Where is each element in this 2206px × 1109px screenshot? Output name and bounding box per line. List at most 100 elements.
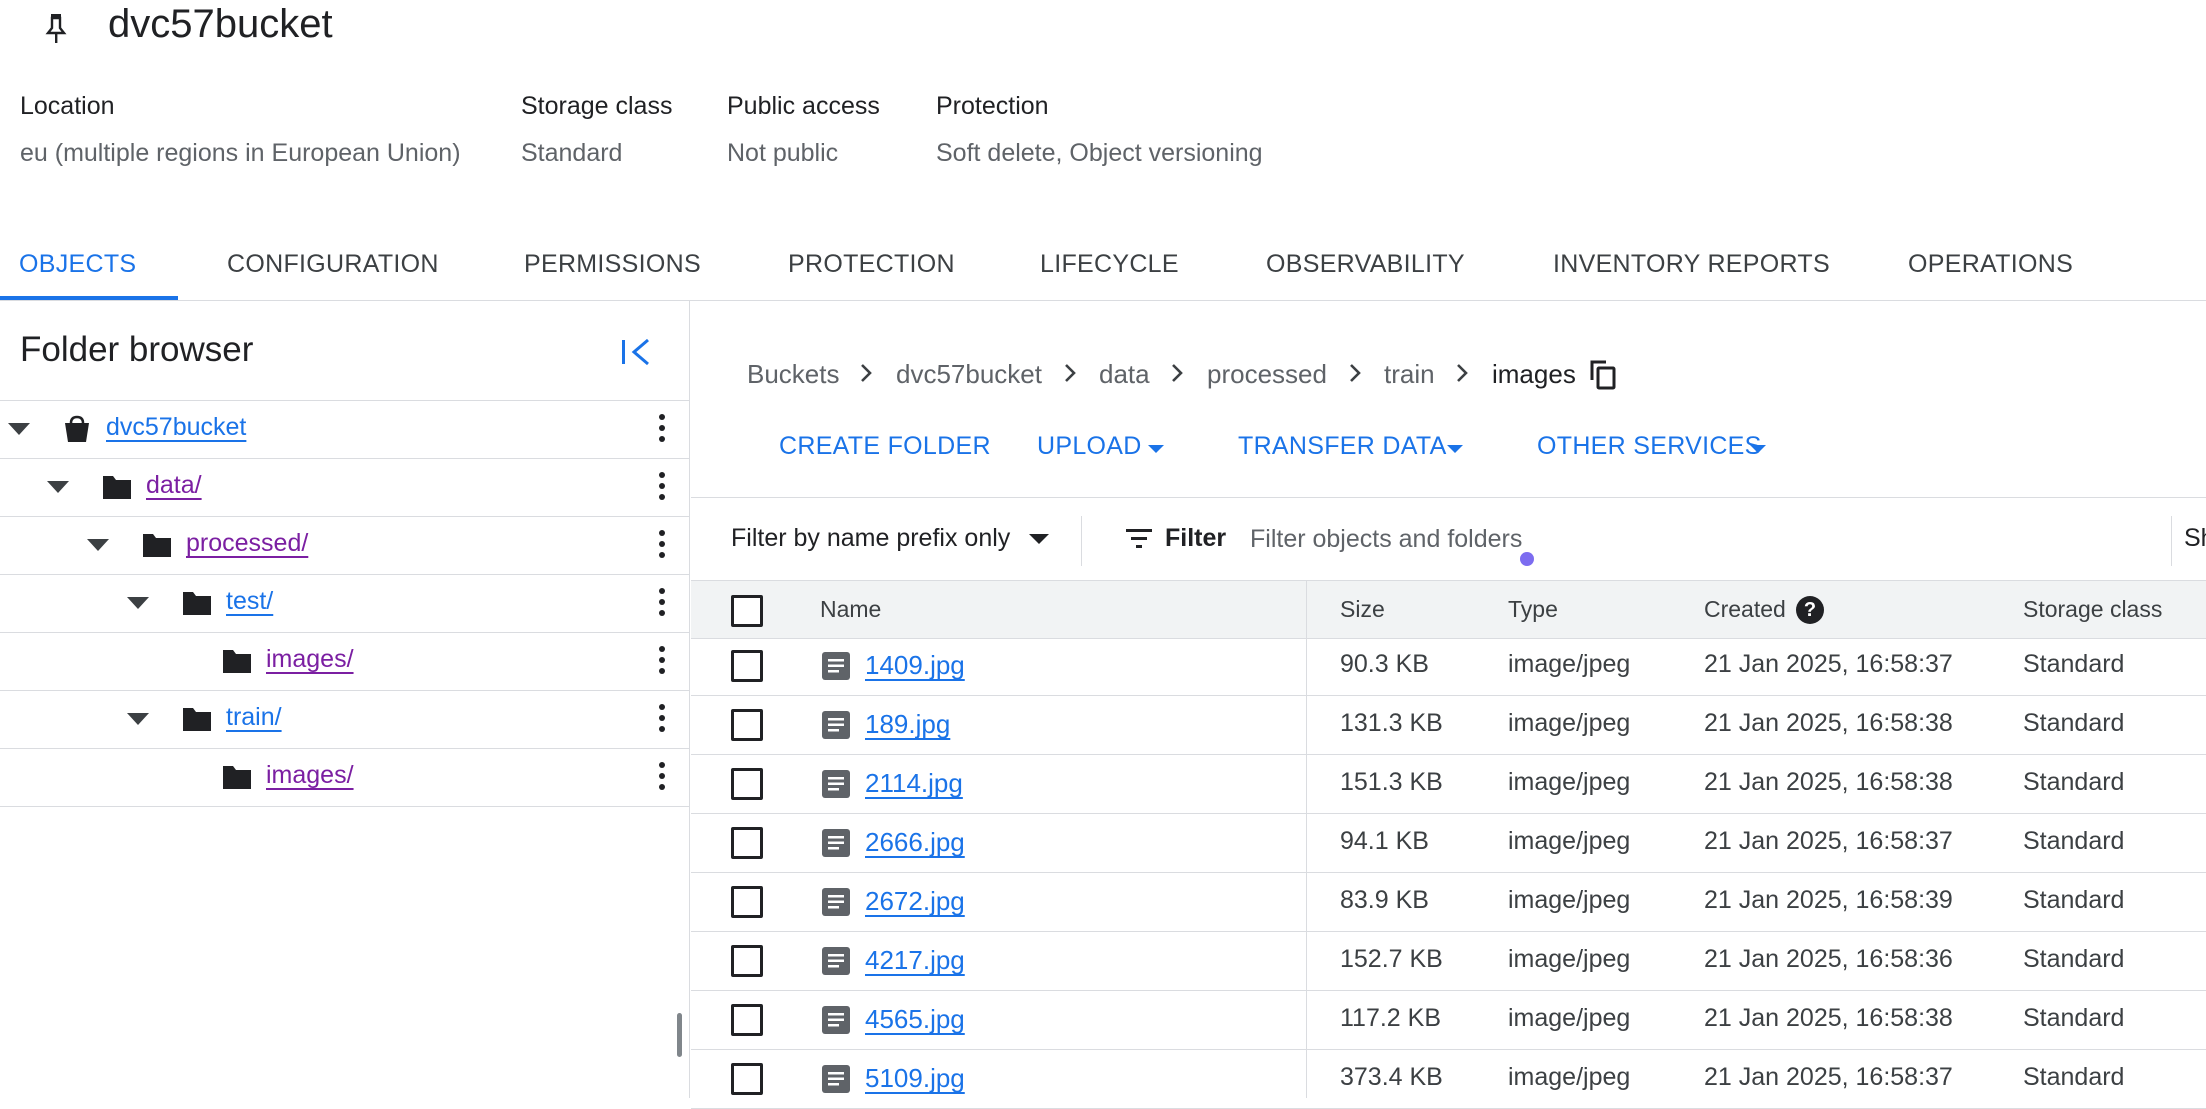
file-name-link[interactable]: 189.jpg <box>865 709 950 740</box>
file-type: image/jpeg <box>1508 827 1631 855</box>
tab-protection[interactable]: PROTECTION <box>788 250 955 279</box>
file-type: image/jpeg <box>1508 1004 1631 1032</box>
tree-row-test[interactable]: test/ <box>0 574 689 632</box>
tree-row-train-images[interactable]: images/ <box>0 748 689 807</box>
show-toggle-label[interactable]: Sh <box>2184 524 2206 553</box>
filter-mode-select[interactable]: Filter by name prefix only <box>731 524 1010 553</box>
folder-icon <box>183 592 211 615</box>
more-vert-icon[interactable] <box>658 414 666 446</box>
more-vert-icon[interactable] <box>658 530 666 562</box>
tab-observability[interactable]: OBSERVABILITY <box>1266 250 1465 279</box>
row-checkbox[interactable] <box>731 827 763 859</box>
panel-scrollbar[interactable] <box>677 1013 682 1057</box>
chevron-down-icon[interactable] <box>127 713 149 725</box>
tree-label-test[interactable]: test/ <box>226 587 273 616</box>
caret-down-icon[interactable] <box>1447 445 1463 453</box>
chevron-right-icon <box>1172 364 1183 382</box>
tab-inventory-reports[interactable]: INVENTORY REPORTS <box>1553 250 1830 279</box>
file-name-link[interactable]: 4217.jpg <box>865 945 965 976</box>
file-icon <box>822 1065 850 1093</box>
tree-label-dvc57bucket[interactable]: dvc57bucket <box>106 413 246 442</box>
chevron-right-icon <box>861 364 872 382</box>
protection-label: Protection <box>936 92 1049 120</box>
column-header-size[interactable]: Size <box>1340 596 1385 623</box>
caret-down-icon[interactable] <box>1148 445 1164 453</box>
file-storage-class: Standard <box>2023 945 2125 973</box>
upload-button[interactable]: UPLOAD <box>1037 432 1142 461</box>
file-icon <box>822 888 850 916</box>
row-checkbox[interactable] <box>731 650 763 682</box>
collapse-panel-icon[interactable] <box>618 334 654 370</box>
tree-label-images[interactable]: images/ <box>266 645 354 674</box>
tree-label-train[interactable]: train/ <box>226 703 282 732</box>
file-name-link[interactable]: 5109.jpg <box>865 1063 965 1094</box>
file-size: 94.1 KB <box>1340 827 1429 855</box>
file-icon <box>822 711 850 739</box>
more-vert-icon[interactable] <box>658 646 666 678</box>
row-checkbox[interactable] <box>731 945 763 977</box>
transfer-data-button[interactable]: TRANSFER DATA <box>1238 432 1447 461</box>
file-created: 21 Jan 2025, 16:58:36 <box>1704 945 1953 973</box>
file-icon <box>822 770 850 798</box>
row-checkbox[interactable] <box>731 709 763 741</box>
chevron-down-icon[interactable] <box>87 539 109 551</box>
column-header-created[interactable]: Created <box>1704 596 1786 623</box>
file-created: 21 Jan 2025, 16:58:37 <box>1704 827 1953 855</box>
other-services-button[interactable]: OTHER SERVICES <box>1537 432 1762 461</box>
tab-permissions[interactable]: PERMISSIONS <box>524 250 701 279</box>
breadcrumb-train[interactable]: train <box>1384 359 1435 390</box>
more-vert-icon[interactable] <box>658 588 666 620</box>
location-value: eu (multiple regions in European Union) <box>20 139 461 167</box>
tree-row-data[interactable]: data/ <box>0 458 689 516</box>
folder-browser-title: Folder browser <box>20 330 254 369</box>
file-created: 21 Jan 2025, 16:58:37 <box>1704 650 1953 678</box>
file-type: image/jpeg <box>1508 650 1631 678</box>
breadcrumb-bucket[interactable]: dvc57bucket <box>896 359 1042 390</box>
tree-row-train[interactable]: train/ <box>0 690 689 748</box>
column-header-storage-class[interactable]: Storage class <box>2023 596 2162 623</box>
more-vert-icon[interactable] <box>658 472 666 504</box>
row-checkbox[interactable] <box>731 886 763 918</box>
create-folder-button[interactable]: CREATE FOLDER <box>779 432 991 461</box>
help-icon[interactable]: ? <box>1796 596 1824 624</box>
file-name-link[interactable]: 2666.jpg <box>865 827 965 858</box>
more-vert-icon[interactable] <box>658 704 666 736</box>
file-name-link[interactable]: 1409.jpg <box>865 650 965 681</box>
tab-configuration[interactable]: CONFIGURATION <box>227 250 439 279</box>
chevron-right-icon <box>1065 364 1076 382</box>
tab-lifecycle[interactable]: LIFECYCLE <box>1040 250 1179 279</box>
tab-operations[interactable]: OPERATIONS <box>1908 250 2073 279</box>
chevron-down-icon[interactable] <box>47 481 69 493</box>
file-name-link[interactable]: 2114.jpg <box>865 768 963 799</box>
tree-label-processed[interactable]: processed/ <box>186 529 308 558</box>
filter-input[interactable] <box>1250 519 2150 559</box>
column-header-type[interactable]: Type <box>1508 596 1558 623</box>
folder-icon <box>103 476 131 499</box>
pin-icon[interactable] <box>44 12 68 46</box>
column-header-name[interactable]: Name <box>820 596 881 623</box>
tree-row-test-images[interactable]: images/ <box>0 632 689 690</box>
breadcrumb-processed[interactable]: processed <box>1207 359 1327 390</box>
caret-down-icon[interactable] <box>1029 534 1049 544</box>
chevron-down-icon[interactable] <box>8 423 30 435</box>
row-checkbox[interactable] <box>731 1063 763 1095</box>
tree-label-data[interactable]: data/ <box>146 471 202 500</box>
breadcrumb-buckets[interactable]: Buckets <box>747 359 840 390</box>
row-checkbox[interactable] <box>731 768 763 800</box>
tab-objects[interactable]: OBJECTS <box>19 250 136 279</box>
file-name-link[interactable]: 2672.jpg <box>865 886 965 917</box>
chevron-down-icon[interactable] <box>127 597 149 609</box>
copy-icon[interactable] <box>1588 358 1618 390</box>
caret-down-icon[interactable] <box>1750 445 1766 453</box>
tree-label-images[interactable]: images/ <box>266 761 354 790</box>
file-type: image/jpeg <box>1508 945 1631 973</box>
more-vert-icon[interactable] <box>658 762 666 794</box>
tree-row-bucket[interactable]: dvc57bucket <box>0 400 689 458</box>
row-checkbox[interactable] <box>731 1004 763 1036</box>
breadcrumb-data[interactable]: data <box>1099 359 1150 390</box>
folder-icon <box>143 534 171 557</box>
select-all-checkbox[interactable] <box>731 595 763 627</box>
protection-value: Soft delete, Object versioning <box>936 139 1263 167</box>
tree-row-processed[interactable]: processed/ <box>0 516 689 574</box>
file-name-link[interactable]: 4565.jpg <box>865 1004 965 1035</box>
